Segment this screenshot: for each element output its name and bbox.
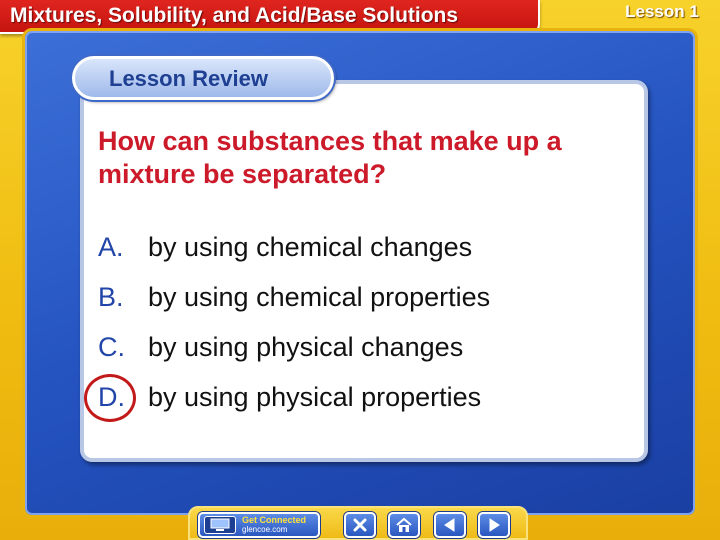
- previous-button[interactable]: [434, 512, 466, 538]
- answer-option-d[interactable]: D. by using physical properties: [98, 382, 481, 418]
- next-arrow-icon: [489, 518, 500, 532]
- answer-text: by using chemical changes: [148, 232, 473, 262]
- get-connected-label: Get Connected: [242, 515, 307, 525]
- previous-arrow-icon: [444, 518, 455, 532]
- answer-letter: B.: [98, 282, 124, 312]
- next-button[interactable]: [478, 512, 510, 538]
- answer-option-a[interactable]: A. by using chemical changes: [98, 232, 472, 268]
- answer-option-c[interactable]: C. by using physical changes: [98, 332, 463, 368]
- question-text: How can substances that make up a mixtur…: [98, 126, 562, 189]
- answer-text: by using physical properties: [148, 382, 482, 412]
- lesson-review-header: Lesson Review: [72, 56, 334, 100]
- get-connected-button[interactable]: Get Connected glencoe.com: [198, 512, 320, 538]
- answer-letter: A.: [98, 232, 124, 262]
- close-button[interactable]: [344, 512, 376, 538]
- get-connected-text: Get Connected glencoe.com: [242, 515, 307, 535]
- lesson-review-title: Lesson Review: [109, 66, 268, 91]
- close-icon: [353, 518, 367, 532]
- answer-text: by using physical changes: [148, 332, 464, 362]
- correct-answer-circle: [84, 374, 136, 422]
- answer-letter: C.: [98, 332, 125, 362]
- answer-text: by using chemical properties: [148, 282, 491, 312]
- home-icon: [396, 517, 412, 532]
- computer-icon: [204, 516, 236, 534]
- get-connected-url: glencoe.com: [242, 525, 288, 534]
- slide-title: Mixtures, Solubility, and Acid/Base Solu…: [10, 4, 459, 27]
- answer-option-b[interactable]: B. by using chemical properties: [98, 282, 490, 318]
- lesson-label: Lesson 1: [625, 2, 699, 21]
- home-button[interactable]: [388, 512, 420, 538]
